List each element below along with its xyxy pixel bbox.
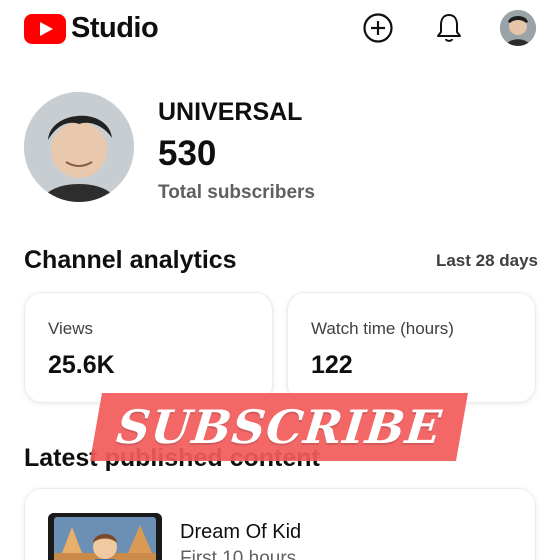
video-subtitle: First 10 hours	[180, 548, 297, 560]
bell-icon	[437, 14, 461, 42]
subscriber-label: Total subscribers	[158, 182, 315, 203]
channel-name: UNIVERSAL	[158, 98, 303, 126]
account-avatar[interactable]	[500, 10, 536, 46]
channel-analytics-title: Channel analytics	[24, 246, 237, 274]
youtube-studio-logo[interactable]: Studio	[24, 12, 159, 45]
add-circle-icon	[363, 13, 393, 43]
channel-avatar[interactable]	[24, 92, 134, 202]
subscribe-overlay-text: SUBSCRIBE	[113, 400, 445, 454]
subscriber-count: 530	[158, 134, 217, 173]
youtube-play-icon	[24, 13, 66, 44]
create-button[interactable]	[360, 10, 396, 46]
watch-time-card[interactable]: Watch time (hours) 122	[287, 292, 536, 403]
latest-video-card[interactable]: Dream Of Kid First 10 hours	[24, 488, 536, 560]
views-label: Views	[48, 319, 94, 338]
notifications-button[interactable]	[431, 10, 467, 46]
views-value: 25.6K	[48, 351, 115, 379]
video-thumbnail[interactable]	[48, 513, 162, 560]
analytics-period: Last 28 days	[435, 251, 538, 270]
views-card[interactable]: Views 25.6K	[24, 292, 273, 403]
logo-text: Studio	[71, 12, 159, 44]
top-app-bar: Studio	[0, 0, 560, 60]
video-title[interactable]: Dream Of Kid	[180, 521, 301, 544]
watch-time-label: Watch time (hours)	[311, 319, 454, 338]
watch-time-value: 122	[311, 351, 353, 379]
subscribe-overlay-banner: SUBSCRIBE	[90, 393, 468, 461]
